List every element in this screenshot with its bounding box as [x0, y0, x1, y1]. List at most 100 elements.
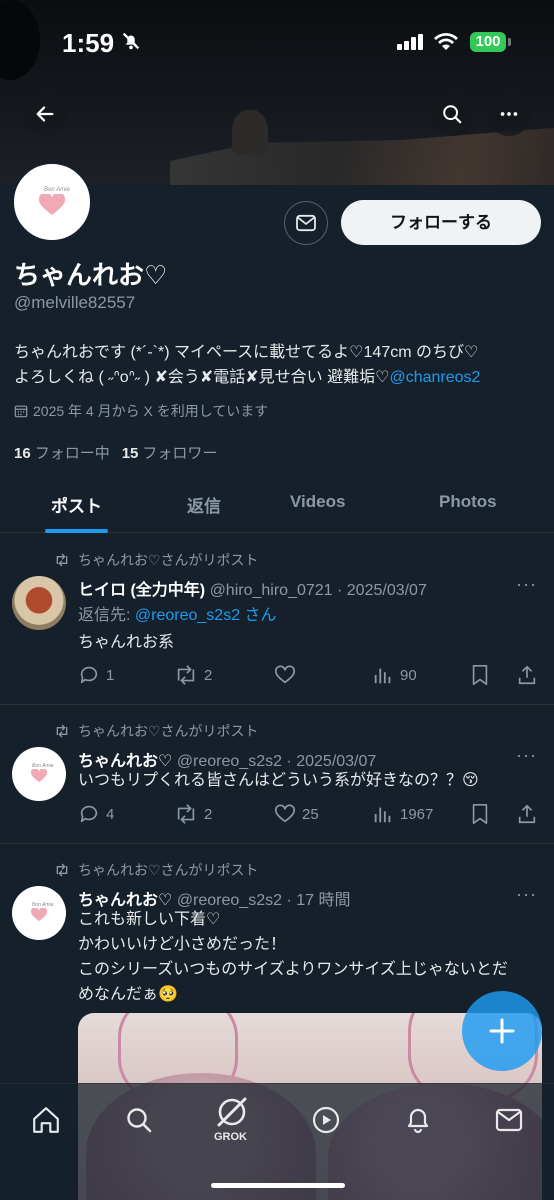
nav-grok[interactable] [212, 1092, 252, 1132]
search-button[interactable] [430, 92, 474, 136]
tweet[interactable]: ちゃんれお♡さんがリポスト Bon Amie ちゃんれお♡ @reoreo_s2… [0, 705, 554, 844]
wifi-icon [433, 32, 459, 57]
tweet[interactable]: ちゃんれお♡さんがリポスト ヒイロ (全力中年) @hiro_hiro_0721… [0, 534, 554, 705]
search-icon [443, 105, 462, 124]
profile-bio: ちゃんれおです (*´-`*) マイペースに載せてるよ♡147cm のちび♡ よ… [14, 340, 544, 390]
avatar-script-text: Bon Amie [44, 187, 70, 193]
profile-avatar[interactable]: Bon Amie [12, 162, 92, 242]
views-button[interactable]: 90 [372, 664, 417, 686]
compose-icon [489, 1018, 515, 1044]
tab-videos[interactable]: Videos [290, 492, 345, 512]
tab-posts[interactable]: ポスト [51, 492, 102, 517]
share-button[interactable] [516, 803, 538, 825]
repost-icon [56, 724, 68, 738]
like-button[interactable]: 25 [274, 803, 319, 825]
reply-icon [80, 666, 98, 684]
retweet-count: 2 [204, 666, 213, 684]
reply-button[interactable]: 1 [78, 664, 114, 686]
tweet-more-button[interactable]: ··· [516, 884, 537, 905]
followers-count: 15 [121, 445, 139, 462]
views-icon [374, 668, 391, 684]
banner-ride [170, 125, 554, 185]
nav-video[interactable] [306, 1100, 346, 1140]
repost-icon [56, 863, 68, 877]
heart-icon [31, 769, 47, 783]
reply-icon [80, 805, 98, 823]
bio-link[interactable]: @chanreos2 [389, 369, 480, 386]
views-icon [374, 807, 391, 823]
following-link[interactable]: 16 フォロー中 [14, 442, 110, 463]
reply-to: 返信先: @reoreo_s2s2 さん [78, 601, 277, 625]
home-indicator [211, 1183, 345, 1188]
heart-icon [39, 194, 65, 215]
tweet-text: これも新しい下着♡ かわいいけど小さめだった！ このシリーズいつものサイズよりワ… [78, 907, 544, 1007]
bio-line-1: ちゃんれおです (*´-`*) マイペースに載せてるよ♡147cm のちび♡ [14, 344, 479, 361]
compose-button[interactable] [462, 991, 542, 1071]
like-icon [275, 665, 295, 684]
bookmark-button[interactable] [470, 803, 490, 825]
nav-search[interactable] [119, 1100, 159, 1140]
joined-date: 2025 年 4 月から X を利用しています [14, 401, 268, 421]
bio-line-2-text: よろしくね ( ˶ᐢoᐢ˶ ) ✘会う✘電話✘見せ合い 避難垢♡ [14, 369, 390, 386]
retweet-button[interactable]: 2 [174, 664, 212, 686]
reply-button[interactable]: 4 [78, 803, 114, 825]
tweet-actions: 4 2 25 1967 [78, 803, 546, 827]
mail-icon [296, 214, 316, 232]
message-button[interactable] [284, 201, 328, 245]
play-icon [312, 1106, 340, 1134]
status-bar: 1:59 100 [0, 0, 554, 84]
signal-icon [397, 34, 425, 55]
followers-label: フォロワー [142, 445, 218, 462]
battery-indicator: 100 [470, 32, 506, 52]
tweet-text: いつもリプくれる皆さんはどういう系が好きなの？？😚 [78, 772, 479, 789]
retweet-count: 2 [204, 805, 213, 823]
followers-link[interactable]: 15 フォロワー [122, 442, 218, 463]
retweet-button[interactable]: 2 [174, 803, 212, 825]
mail-icon [495, 1108, 523, 1132]
repost-icon [177, 665, 195, 685]
like-icon [275, 804, 295, 823]
grok-icon [217, 1097, 247, 1127]
author-meta: @hiro_hiro_0721 · 2025/03/07 [209, 582, 427, 599]
nav-messages[interactable] [489, 1100, 529, 1140]
view-count: 1967 [400, 805, 434, 823]
home-icon [33, 1107, 59, 1133]
tweet-text-line: このシリーズいつものサイズよりワンサイズ上じゃないとだ [78, 961, 508, 978]
tweet-text: ちゃんれお系 [78, 634, 175, 651]
banner-figure [232, 110, 268, 155]
tab-replies[interactable]: 返信 [187, 492, 221, 517]
avatar[interactable]: Bon Amie [12, 886, 66, 940]
reply-count: 1 [106, 666, 115, 684]
avatar[interactable]: Bon Amie [12, 747, 66, 801]
like-button[interactable] [274, 664, 302, 686]
tweet-more-button[interactable]: ··· [516, 745, 537, 766]
follow-button[interactable]: フォローする [341, 200, 541, 245]
bookmark-icon [472, 665, 488, 685]
share-icon [518, 804, 536, 824]
avatar[interactable] [12, 576, 66, 630]
bookmark-button[interactable] [470, 664, 490, 686]
back-button[interactable] [23, 92, 67, 136]
repost-context: ちゃんれお♡さんがリポスト [54, 550, 259, 570]
tweet-text-line: かわいいけど小さめだった！ [78, 936, 287, 953]
like-count: 25 [302, 805, 319, 823]
search-icon [127, 1108, 152, 1133]
bio-line-2: よろしくね ( ˶ᐢoᐢ˶ ) ✘会う✘電話✘見せ合い 避難垢♡@chanreo… [14, 365, 544, 390]
repost-context-text: ちゃんれお♡さんがリポスト [78, 723, 259, 739]
share-icon [518, 665, 536, 685]
share-button[interactable] [516, 664, 538, 686]
status-time: 1:59 [62, 28, 115, 58]
tab-active-indicator [45, 529, 108, 533]
author-name[interactable]: ヒイロ (全力中年) [78, 582, 205, 599]
profile-name: ちゃんれお♡ [14, 260, 168, 290]
more-button[interactable] [487, 92, 531, 136]
repost-context-text: ちゃんれお♡さんがリポスト [78, 552, 259, 568]
views-button[interactable]: 1967 [372, 803, 433, 825]
nav-notifications[interactable] [398, 1100, 438, 1140]
reply-to-handle[interactable]: @reoreo_s2s2 さん [135, 607, 277, 624]
nav-home[interactable] [26, 1100, 66, 1140]
bell-icon [407, 1108, 429, 1134]
tweet-more-button[interactable]: ··· [516, 574, 537, 595]
tab-photos[interactable]: Photos [439, 492, 497, 512]
tweet-header: ヒイロ (全力中年) @hiro_hiro_0721 · 2025/03/07 [78, 576, 427, 600]
